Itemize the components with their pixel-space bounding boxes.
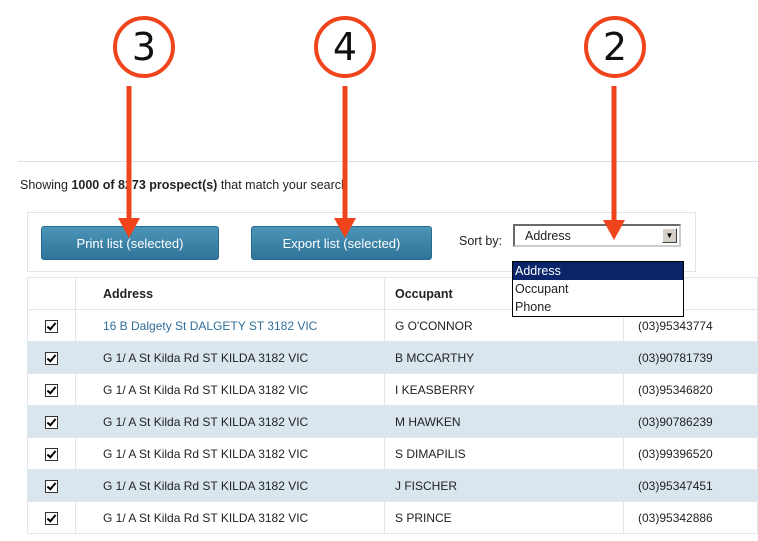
occupant-cell: M HAWKEN (384, 405, 624, 438)
phone-cell: (03)95347451 (623, 469, 758, 502)
row-checkbox[interactable] (45, 351, 58, 365)
annotation-number: 2 (602, 25, 628, 69)
row-checkbox[interactable] (45, 479, 58, 493)
row-checkbox[interactable] (45, 447, 58, 461)
phone-cell: (03)95346820 (623, 373, 758, 406)
occupant-cell: I KEASBERRY (384, 373, 624, 406)
row-checkbox[interactable] (45, 415, 58, 429)
annotation-number: 3 (131, 25, 157, 69)
table-row: G 1/ A St Kilda Rd ST KILDA 3182 VIC J F… (27, 469, 758, 502)
row-checkbox[interactable] (45, 383, 58, 397)
annotation-number: 4 (332, 25, 358, 69)
address-cell: G 1/ A St Kilda Rd ST KILDA 3182 VIC (75, 501, 385, 534)
row-checkbox[interactable] (45, 511, 58, 525)
annotation-circle-3: 3 (113, 16, 175, 78)
address-link[interactable]: 16 B Dalgety St DALGETY ST 3182 VIC (103, 319, 317, 333)
sort-by-label: Sort by: (459, 234, 503, 248)
sort-by-dropdown-list: Address Occupant Phone (512, 261, 684, 317)
summary-of: of (99, 178, 118, 192)
phone-cell: (03)99396520 (623, 437, 758, 470)
address-cell: G 1/ A St Kilda Rd ST KILDA 3182 VIC (75, 341, 385, 374)
export-list-button[interactable]: Export list (selected) (251, 226, 432, 260)
panel-divider (18, 161, 758, 162)
print-list-button[interactable]: Print list (selected) (41, 226, 219, 260)
summary-prefix: Showing (20, 178, 72, 192)
occupant-cell: S PRINCE (384, 501, 624, 534)
annotation-circle-4: 4 (314, 16, 376, 78)
sort-option-phone[interactable]: Phone (513, 298, 683, 316)
header-address[interactable]: Address (75, 277, 385, 310)
address-cell: G 1/ A St Kilda Rd ST KILDA 3182 VIC (75, 469, 385, 502)
occupant-cell: B MCCARTHY (384, 341, 624, 374)
table-row: G 1/ A St Kilda Rd ST KILDA 3182 VIC I K… (27, 373, 758, 406)
sort-option-occupant[interactable]: Occupant (513, 280, 683, 298)
sort-by-select[interactable]: Address ▼ (513, 224, 681, 247)
table-row: G 1/ A St Kilda Rd ST KILDA 3182 VIC M H… (27, 405, 758, 438)
occupant-cell: J FISCHER (384, 469, 624, 502)
address-cell: G 1/ A St Kilda Rd ST KILDA 3182 VIC (75, 437, 385, 470)
summary-shown-count: 1000 (71, 178, 100, 192)
phone-cell: (03)90781739 (623, 341, 758, 374)
address-cell: G 1/ A St Kilda Rd ST KILDA 3182 VIC (75, 373, 385, 406)
summary-suffix: that match your search (217, 178, 348, 192)
annotation-circle-2: 2 (584, 16, 646, 78)
table-row: G 1/ A St Kilda Rd ST KILDA 3182 VIC B M… (27, 341, 758, 374)
sort-by-value: Address (525, 229, 571, 243)
table-row: G 1/ A St Kilda Rd ST KILDA 3182 VIC S P… (27, 501, 758, 534)
sort-option-address[interactable]: Address (513, 262, 683, 280)
row-checkbox[interactable] (45, 319, 58, 333)
address-cell: G 1/ A St Kilda Rd ST KILDA 3182 VIC (75, 405, 385, 438)
header-select (27, 277, 76, 310)
summary-total-count: 8273 prospect(s) (118, 178, 218, 192)
table-row: G 1/ A St Kilda Rd ST KILDA 3182 VIC S D… (27, 437, 758, 470)
phone-cell: (03)95342886 (623, 501, 758, 534)
occupant-cell: S DIMAPILIS (384, 437, 624, 470)
chevron-down-icon[interactable]: ▼ (662, 228, 677, 243)
results-summary: Showing 1000 of 8273 prospect(s) that ma… (20, 178, 348, 192)
phone-cell: (03)90786239 (623, 405, 758, 438)
